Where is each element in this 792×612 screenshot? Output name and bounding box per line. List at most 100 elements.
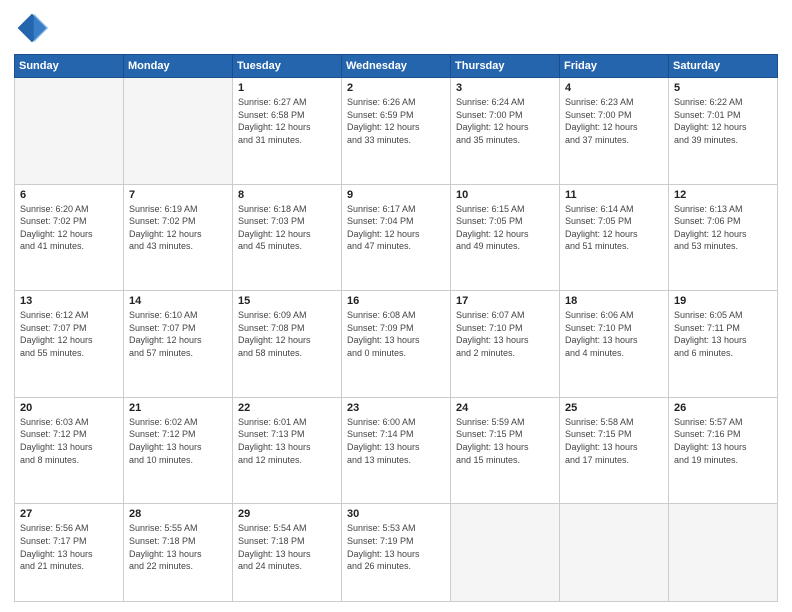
day-number: 9 — [347, 189, 445, 201]
calendar-cell: 9 Sunrise: 6:17 AMSunset: 7:04 PMDaylight… — [342, 184, 451, 291]
calendar-cell: 2 Sunrise: 6:26 AMSunset: 6:59 PMDaylight… — [342, 78, 451, 185]
day-number: 26 — [674, 402, 772, 414]
calendar-cell — [124, 78, 233, 185]
day-number: 3 — [456, 82, 554, 94]
day-info: Sunrise: 6:07 AMSunset: 7:10 PMDaylight:… — [456, 309, 554, 359]
day-info: Sunrise: 6:27 AMSunset: 6:58 PMDaylight:… — [238, 96, 336, 146]
day-info: Sunrise: 6:23 AMSunset: 7:00 PMDaylight:… — [565, 96, 663, 146]
day-number: 14 — [129, 295, 227, 307]
day-info: Sunrise: 6:10 AMSunset: 7:07 PMDaylight:… — [129, 309, 227, 359]
calendar-cell: 1 Sunrise: 6:27 AMSunset: 6:58 PMDaylight… — [233, 78, 342, 185]
day-number: 10 — [456, 189, 554, 201]
logo-icon — [14, 10, 50, 46]
calendar-cell — [15, 78, 124, 185]
calendar-week-row: 6Sunrise: 6:20 AMSunset: 7:02 PMDaylight… — [15, 184, 778, 291]
calendar-day-header: Tuesday — [233, 55, 342, 78]
calendar-cell: 6Sunrise: 6:20 AMSunset: 7:02 PMDaylight… — [15, 184, 124, 291]
calendar-cell: 16Sunrise: 6:08 AMSunset: 7:09 PMDayligh… — [342, 291, 451, 398]
day-info: Sunrise: 6:03 AMSunset: 7:12 PMDaylight:… — [20, 416, 118, 466]
calendar-cell: 12 Sunrise: 6:13 AMSunset: 7:06 PMDayligh… — [669, 184, 778, 291]
calendar-cell — [451, 504, 560, 602]
day-info: Sunrise: 6:12 AMSunset: 7:07 PMDaylight:… — [20, 309, 118, 359]
day-number: 1 — [238, 82, 336, 94]
day-info: Sunrise: 5:53 AMSunset: 7:19 PMDaylight:… — [347, 522, 445, 572]
day-info: Sunrise: 6:20 AMSunset: 7:02 PMDaylight:… — [20, 203, 118, 253]
calendar-week-row: 20 Sunrise: 6:03 AMSunset: 7:12 PMDayligh… — [15, 397, 778, 504]
calendar-cell: 21Sunrise: 6:02 AMSunset: 7:12 PMDayligh… — [124, 397, 233, 504]
day-number: 12 — [674, 189, 772, 201]
calendar-cell — [560, 504, 669, 602]
calendar-day-header: Wednesday — [342, 55, 451, 78]
day-number: 18 — [565, 295, 663, 307]
day-number: 16 — [347, 295, 445, 307]
calendar-day-header: Thursday — [451, 55, 560, 78]
day-info: Sunrise: 6:14 AMSunset: 7:05 PMDaylight:… — [565, 203, 663, 253]
calendar-week-row: 1 Sunrise: 6:27 AMSunset: 6:58 PMDaylight… — [15, 78, 778, 185]
calendar-cell: 17 Sunrise: 6:07 AMSunset: 7:10 PMDayligh… — [451, 291, 560, 398]
header — [14, 10, 778, 46]
day-number: 7 — [129, 189, 227, 201]
day-info: Sunrise: 6:06 AMSunset: 7:10 PMDaylight:… — [565, 309, 663, 359]
calendar-cell: 25 Sunrise: 5:58 AMSunset: 7:15 PMDayligh… — [560, 397, 669, 504]
calendar-cell: 30 Sunrise: 5:53 AMSunset: 7:19 PMDayligh… — [342, 504, 451, 602]
day-number: 8 — [238, 189, 336, 201]
day-info: Sunrise: 5:57 AMSunset: 7:16 PMDaylight:… — [674, 416, 772, 466]
day-info: Sunrise: 5:54 AMSunset: 7:18 PMDaylight:… — [238, 522, 336, 572]
calendar-week-row: 13 Sunrise: 6:12 AMSunset: 7:07 PMDayligh… — [15, 291, 778, 398]
calendar-week-row: 27 Sunrise: 5:56 AMSunset: 7:17 PMDayligh… — [15, 504, 778, 602]
day-info: Sunrise: 6:09 AMSunset: 7:08 PMDaylight:… — [238, 309, 336, 359]
day-number: 28 — [129, 508, 227, 520]
calendar-cell: 10 Sunrise: 6:15 AMSunset: 7:05 PMDayligh… — [451, 184, 560, 291]
calendar-cell: 29 Sunrise: 5:54 AMSunset: 7:18 PMDayligh… — [233, 504, 342, 602]
calendar-cell: 24Sunrise: 5:59 AMSunset: 7:15 PMDayligh… — [451, 397, 560, 504]
day-number: 29 — [238, 508, 336, 520]
calendar-cell: 11 Sunrise: 6:14 AMSunset: 7:05 PMDayligh… — [560, 184, 669, 291]
day-info: Sunrise: 6:22 AMSunset: 7:01 PMDaylight:… — [674, 96, 772, 146]
day-info: Sunrise: 6:13 AMSunset: 7:06 PMDaylight:… — [674, 203, 772, 253]
calendar-cell: 14 Sunrise: 6:10 AMSunset: 7:07 PMDayligh… — [124, 291, 233, 398]
day-number: 20 — [20, 402, 118, 414]
day-number: 24 — [456, 402, 554, 414]
calendar-cell: 28Sunrise: 5:55 AMSunset: 7:18 PMDayligh… — [124, 504, 233, 602]
day-number: 25 — [565, 402, 663, 414]
calendar-cell: 26 Sunrise: 5:57 AMSunset: 7:16 PMDayligh… — [669, 397, 778, 504]
calendar-header-row: SundayMondayTuesdayWednesdayThursdayFrid… — [15, 55, 778, 78]
calendar-cell: 5 Sunrise: 6:22 AMSunset: 7:01 PMDaylight… — [669, 78, 778, 185]
calendar-cell: 7 Sunrise: 6:19 AMSunset: 7:02 PMDaylight… — [124, 184, 233, 291]
page: SundayMondayTuesdayWednesdayThursdayFrid… — [0, 0, 792, 612]
calendar-day-header: Sunday — [15, 55, 124, 78]
calendar-day-header: Monday — [124, 55, 233, 78]
calendar-cell: 20 Sunrise: 6:03 AMSunset: 7:12 PMDayligh… — [15, 397, 124, 504]
day-info: Sunrise: 6:26 AMSunset: 6:59 PMDaylight:… — [347, 96, 445, 146]
calendar-cell: 19Sunrise: 6:05 AMSunset: 7:11 PMDayligh… — [669, 291, 778, 398]
calendar-cell: 23Sunrise: 6:00 AMSunset: 7:14 PMDayligh… — [342, 397, 451, 504]
day-number: 17 — [456, 295, 554, 307]
day-number: 11 — [565, 189, 663, 201]
day-number: 15 — [238, 295, 336, 307]
calendar-cell: 22Sunrise: 6:01 AMSunset: 7:13 PMDayligh… — [233, 397, 342, 504]
day-number: 30 — [347, 508, 445, 520]
calendar-cell: 27 Sunrise: 5:56 AMSunset: 7:17 PMDayligh… — [15, 504, 124, 602]
day-number: 13 — [20, 295, 118, 307]
calendar-day-header: Friday — [560, 55, 669, 78]
day-number: 21 — [129, 402, 227, 414]
day-number: 2 — [347, 82, 445, 94]
calendar-cell: 3 Sunrise: 6:24 AMSunset: 7:00 PMDaylight… — [451, 78, 560, 185]
day-info: Sunrise: 6:15 AMSunset: 7:05 PMDaylight:… — [456, 203, 554, 253]
day-info: Sunrise: 6:01 AMSunset: 7:13 PMDaylight:… — [238, 416, 336, 466]
day-number: 4 — [565, 82, 663, 94]
day-info: Sunrise: 6:18 AMSunset: 7:03 PMDaylight:… — [238, 203, 336, 253]
day-info: Sunrise: 5:58 AMSunset: 7:15 PMDaylight:… — [565, 416, 663, 466]
calendar-cell: 8 Sunrise: 6:18 AMSunset: 7:03 PMDaylight… — [233, 184, 342, 291]
day-info: Sunrise: 6:24 AMSunset: 7:00 PMDaylight:… — [456, 96, 554, 146]
day-number: 5 — [674, 82, 772, 94]
day-number: 27 — [20, 508, 118, 520]
calendar-cell: 4 Sunrise: 6:23 AMSunset: 7:00 PMDaylight… — [560, 78, 669, 185]
day-number: 19 — [674, 295, 772, 307]
day-info: Sunrise: 5:56 AMSunset: 7:17 PMDaylight:… — [20, 522, 118, 572]
day-info: Sunrise: 6:19 AMSunset: 7:02 PMDaylight:… — [129, 203, 227, 253]
logo — [14, 10, 54, 46]
calendar-day-header: Saturday — [669, 55, 778, 78]
day-info: Sunrise: 6:17 AMSunset: 7:04 PMDaylight:… — [347, 203, 445, 253]
calendar-cell: 15 Sunrise: 6:09 AMSunset: 7:08 PMDayligh… — [233, 291, 342, 398]
